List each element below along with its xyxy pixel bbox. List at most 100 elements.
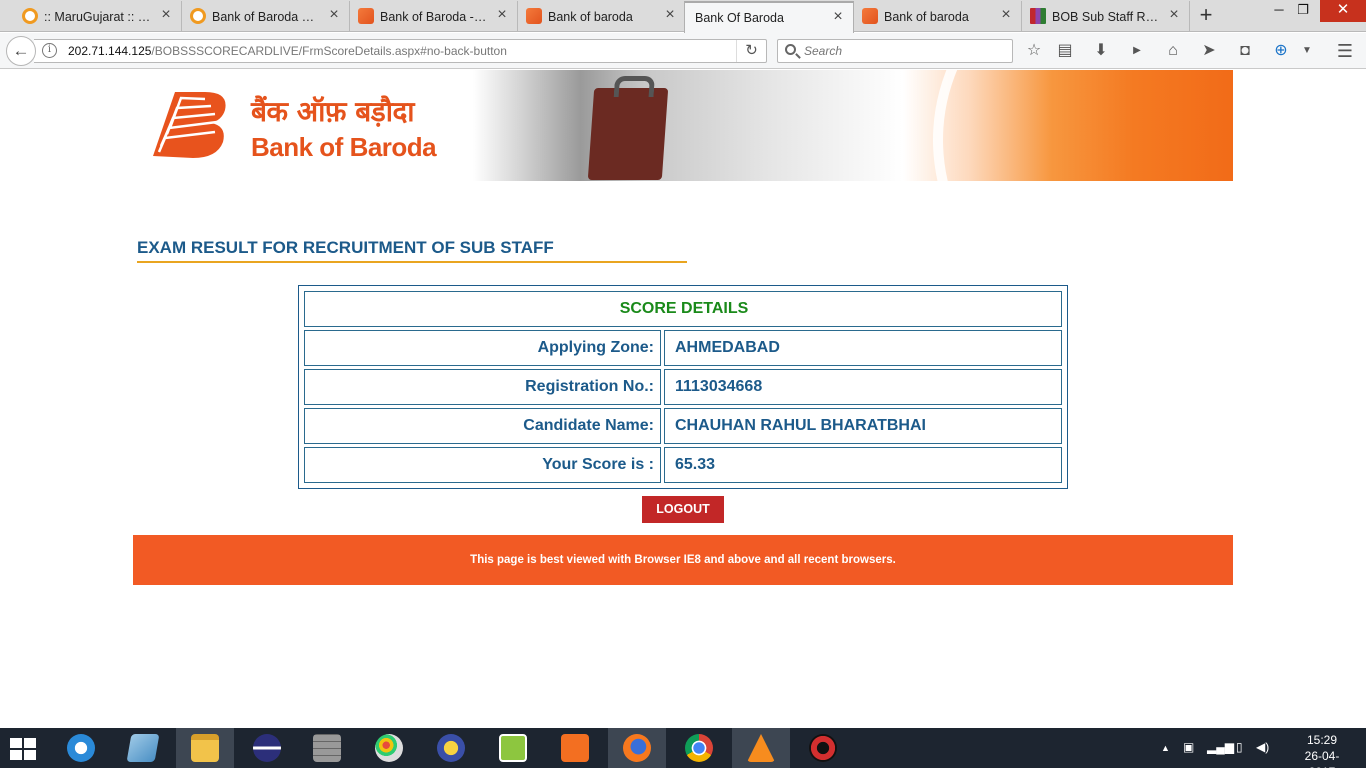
table-row: Your Score is : 65.33	[304, 447, 1062, 483]
bank-name-hindi: बैंक ऑफ़ बड़ौदा	[251, 95, 415, 128]
close-tab-icon[interactable]: ×	[831, 9, 845, 25]
page-content: बैंक ऑफ़ बड़ौदा Bank of Baroda EXAM RESU…	[0, 70, 1366, 728]
close-tab-icon[interactable]: ×	[159, 7, 173, 23]
tab-label: Bank of baroda	[884, 9, 969, 24]
marugujarat-favicon-icon	[190, 8, 206, 24]
browser-tab-strip: :: MaruGujarat :: O... × Bank of Baroda …	[0, 0, 1366, 33]
table-row: Candidate Name: CHAUHAN RAHUL BHARATBHAI	[304, 408, 1062, 444]
tab-label: Bank of Baroda - I...	[380, 9, 489, 24]
close-tab-icon[interactable]: ×	[327, 7, 341, 23]
firewall-icon[interactable]	[298, 728, 356, 768]
bob-favicon-icon	[358, 8, 374, 24]
back-button[interactable]: ←	[6, 36, 36, 66]
close-tab-icon[interactable]: ×	[663, 7, 677, 23]
eclipse-icon[interactable]	[238, 728, 296, 768]
volume-icon[interactable]: ◀)	[1256, 740, 1269, 754]
back-arrow-icon: ←	[12, 41, 30, 60]
menu-icon[interactable]: ☰	[1335, 41, 1355, 61]
footer-text: This page is best viewed with Browser IE…	[470, 554, 896, 566]
close-window-button[interactable]: ✕	[1320, 0, 1366, 22]
file-explorer-icon[interactable]	[176, 728, 234, 768]
battery-icon[interactable]: ▯	[1236, 740, 1243, 754]
notes-app-icon[interactable]	[114, 728, 172, 768]
bank-of-baroda-logo-icon	[153, 92, 226, 158]
tab-bank-of-baroda-su[interactable]: Bank of Baroda Su... ×	[182, 1, 350, 32]
clock-time: 15:29	[1306, 733, 1338, 747]
score-details-table: SCORE DETAILS Applying Zone: AHMEDABAD R…	[298, 285, 1068, 489]
browser-navbar: i 202.71.144.125/BOBSSSCORECARDLIVE/FrmS…	[0, 33, 1366, 69]
grid-favicon-icon	[1030, 8, 1046, 24]
clock-date: 26-04-2017	[1304, 749, 1340, 779]
url-bar[interactable]: i 202.71.144.125/BOBSSSCORECARDLIVE/FrmS…	[34, 39, 767, 63]
system-clock[interactable]: 15:29 26-04-2017	[1292, 732, 1352, 780]
firefox-icon[interactable]	[608, 728, 666, 768]
paint-icon[interactable]	[360, 728, 418, 768]
tab-bob-sub-staff[interactable]: BOB Sub Staff Res... ×	[1022, 1, 1190, 32]
show-hidden-icons[interactable]: ▲	[1161, 743, 1170, 753]
network-disconnected-icon[interactable]: ▣	[1183, 740, 1194, 754]
registration-no-label: Registration No.:	[304, 369, 661, 405]
tab-bank-of-baroda-active[interactable]: Bank Of Baroda ×	[684, 1, 854, 33]
tab-bank-of-baroda-lower[interactable]: Bank of baroda ×	[518, 1, 686, 32]
star-app-icon[interactable]	[422, 728, 480, 768]
search-bar[interactable]	[777, 39, 1013, 63]
table-row: Applying Zone: AHMEDABAD	[304, 330, 1062, 366]
tab-label: Bank of Baroda Su...	[212, 9, 321, 24]
download-helper-icon[interactable]: ⊕	[1271, 41, 1291, 61]
url-path: /BOBSSSCORECARDLIVE/FrmScoreDetails.aspx…	[151, 44, 507, 58]
url-host: 202.71.144.125	[68, 44, 152, 58]
xampp-icon[interactable]	[546, 728, 604, 768]
tab-marugujarat[interactable]: :: MaruGujarat :: O... ×	[14, 1, 182, 32]
search-input[interactable]	[804, 43, 1004, 59]
home-icon[interactable]: ⌂	[1163, 41, 1183, 61]
tab-bank-of-baroda-6[interactable]: Bank of baroda ×	[854, 1, 1022, 32]
windows-taskbar: ▲ ▣ ▂▄▆ ▯ ◀) 15:29 26-04-2017	[0, 728, 1366, 779]
score-label: Your Score is :	[304, 447, 661, 483]
score-value: 65.33	[664, 447, 1062, 483]
tab-label: :: MaruGujarat :: O...	[44, 9, 153, 24]
banner-photo	[473, 70, 903, 181]
bob-favicon-icon	[526, 8, 542, 24]
site-info-icon[interactable]: i	[42, 43, 57, 58]
url-text[interactable]: 202.71.144.125/BOBSSSCORECARDLIVE/FrmSco…	[68, 44, 507, 58]
close-tab-icon[interactable]: ×	[999, 7, 1013, 23]
tab-bank-of-baroda-i[interactable]: Bank of Baroda - I... ×	[350, 1, 518, 32]
briefcase-image	[587, 88, 669, 180]
bank-name-english: Bank of Baroda	[251, 132, 437, 162]
notepad-plus-plus-icon[interactable]	[484, 728, 542, 768]
vlc-icon[interactable]	[732, 728, 790, 768]
page-title: EXAM RESULT FOR RECRUITMENT OF SUB STAFF	[137, 238, 687, 263]
new-tab-button[interactable]: +	[1194, 4, 1218, 28]
applying-zone-label: Applying Zone:	[304, 330, 661, 366]
applying-zone-value: AHMEDABAD	[664, 330, 1062, 366]
swoosh-arc	[863, 70, 1233, 181]
logout-button[interactable]: LOGOUT	[642, 496, 724, 523]
send-icon[interactable]: ➤	[1199, 41, 1219, 61]
pocket-icon[interactable]: ◘	[1235, 41, 1255, 61]
restore-window-button[interactable]: ❐	[1282, 0, 1324, 22]
banner-swoosh	[863, 70, 1233, 181]
table-row: Registration No.: 1113034668	[304, 369, 1062, 405]
chrome-icon[interactable]	[670, 728, 728, 768]
tab-label: BOB Sub Staff Res...	[1052, 9, 1161, 24]
reload-icon[interactable]: ↻	[736, 40, 766, 62]
chevron-down-icon[interactable]: ▼	[1297, 41, 1317, 61]
red-app-icon[interactable]	[794, 728, 852, 768]
score-details-title: SCORE DETAILS	[304, 291, 1062, 327]
windows-start-icon[interactable]	[8, 737, 38, 761]
tab-label: Bank Of Baroda	[695, 11, 784, 25]
bob-favicon-icon	[862, 8, 878, 24]
bookmark-star-icon[interactable]: ☆	[1024, 41, 1044, 61]
page-footer: This page is best viewed with Browser IE…	[133, 535, 1233, 585]
marugujarat-favicon-icon	[22, 8, 38, 24]
internet-explorer-icon[interactable]	[52, 728, 110, 768]
close-tab-icon[interactable]: ×	[1167, 7, 1181, 23]
download-icon[interactable]: ⬇	[1091, 41, 1111, 61]
header-banner: बैंक ऑफ़ बड़ौदा Bank of Baroda	[133, 70, 1233, 181]
close-tab-icon[interactable]: ×	[495, 7, 509, 23]
reading-list-icon[interactable]: ▤	[1055, 41, 1075, 61]
candidate-name-value: CHAUHAN RAHUL BHARATBHAI	[664, 408, 1062, 444]
signal-icon[interactable]: ▂▄▆	[1207, 740, 1234, 754]
candidate-name-label: Candidate Name:	[304, 408, 661, 444]
youtube-icon[interactable]: ▶	[1127, 41, 1147, 61]
